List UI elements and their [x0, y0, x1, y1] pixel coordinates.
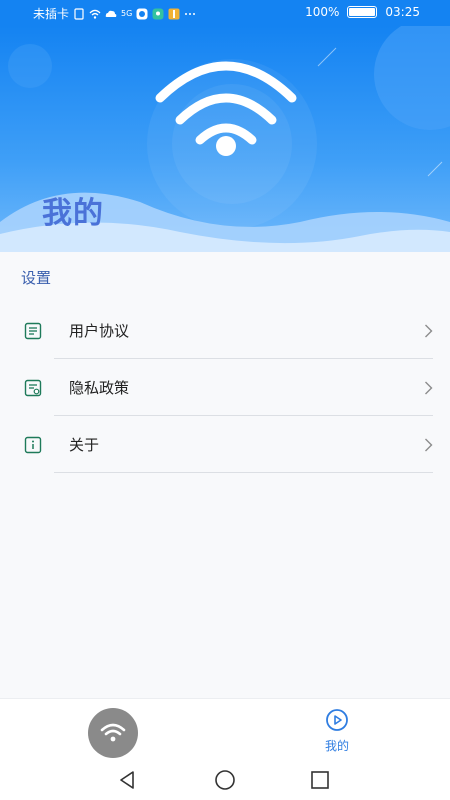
profile-header: 我的 [0, 26, 450, 252]
more-notifications-icon [185, 12, 196, 15]
battery-icon [347, 6, 378, 18]
about-label: 关于 [69, 436, 100, 454]
system-navigation-bar [0, 760, 450, 800]
decor-streak [427, 161, 443, 177]
recents-square-icon[interactable] [308, 768, 332, 792]
chevron-right-icon [425, 381, 433, 395]
settings-section: 设置 用户协议 隐私政策 关于 [0, 252, 450, 698]
tab-mine-label: 我的 [324, 739, 349, 753]
battery-fill [349, 8, 376, 16]
tab-wifi[interactable] [88, 708, 138, 758]
play-circle-icon [326, 709, 348, 731]
settings-list: 用户协议 隐私政策 关于 [0, 302, 450, 473]
network-type-text: 5G [121, 9, 133, 18]
page-title: 我的 [42, 196, 104, 231]
info-icon [24, 436, 42, 454]
app-notification-icon [136, 8, 148, 19]
mine-screen: 未插卡 5G 100% 03:25 我的 设置 用户协议 隐私政策 关于 我的 [0, 0, 450, 800]
list-divider [54, 472, 433, 473]
cloud-icon [105, 10, 117, 17]
decor-streak [317, 47, 337, 67]
carrier-text: 未插卡 [33, 7, 70, 21]
settings-section-title: 设置 [21, 269, 52, 287]
location-notification-icon [152, 8, 164, 19]
privacy-document-icon [24, 379, 42, 397]
gift-notification-icon [168, 8, 180, 19]
user-agreement-item[interactable]: 用户协议 [0, 302, 450, 359]
tab-mine[interactable]: 我的 [311, 708, 363, 756]
back-triangle-icon[interactable] [115, 768, 139, 792]
decor-circle-large [374, 26, 450, 130]
chevron-right-icon [425, 324, 433, 338]
status-bar: 未插卡 5G 100% 03:25 [0, 0, 450, 26]
decor-circle-small [8, 44, 52, 88]
chevron-right-icon [425, 438, 433, 452]
battery-percent-text: 100% [305, 5, 340, 19]
sim-icon [74, 7, 84, 20]
about-item[interactable]: 关于 [0, 416, 450, 473]
status-left: 未插卡 5G [33, 5, 196, 22]
clock-text: 03:25 [385, 5, 420, 19]
privacy-policy-label: 隐私政策 [69, 379, 130, 397]
privacy-policy-item[interactable]: 隐私政策 [0, 359, 450, 416]
home-circle-icon[interactable] [213, 768, 237, 792]
wifi-status-icon [89, 9, 101, 19]
wifi-icon [100, 723, 126, 742]
user-agreement-label: 用户协议 [69, 322, 130, 340]
status-right: 100% 03:25 [305, 5, 420, 19]
document-icon [24, 322, 42, 340]
bottom-tab-bar: 我的 [0, 698, 450, 760]
